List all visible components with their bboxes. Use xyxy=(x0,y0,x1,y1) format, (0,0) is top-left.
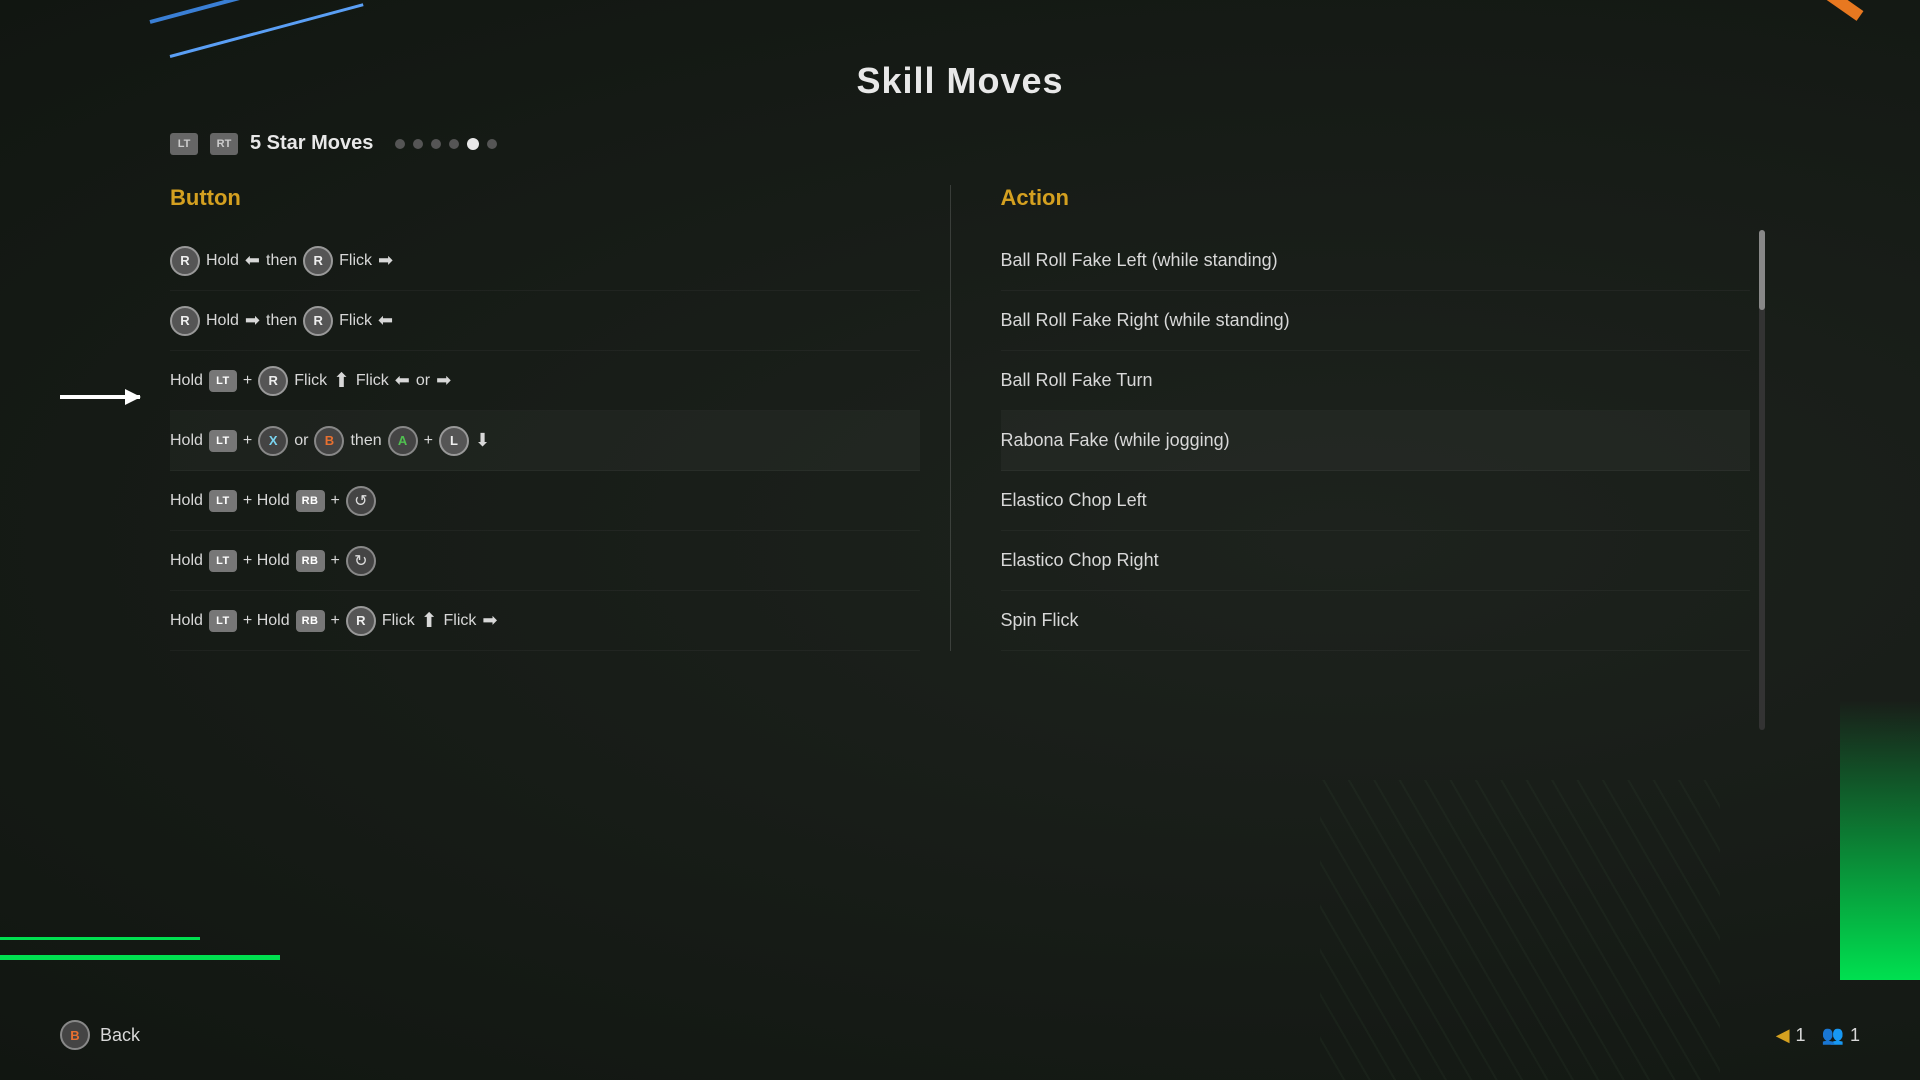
action-row-6: Elastico Chop Right xyxy=(1001,531,1751,591)
lt-button-3: LT xyxy=(209,370,237,392)
page-number: 1 xyxy=(1796,1025,1806,1046)
lt-button-5: LT xyxy=(209,490,237,512)
back-button[interactable]: B Back xyxy=(60,1020,140,1050)
move-row-5: Hold LT + Hold RB + ↺ xyxy=(170,471,920,531)
page-info: ◀ 1 👥 1 xyxy=(1776,1025,1860,1046)
action-row-3: Ball Roll Fake Turn xyxy=(1001,351,1751,411)
lt-button-7: LT xyxy=(209,610,237,632)
button-sequence-5: Hold LT + Hold RB + ↺ xyxy=(170,486,376,516)
page-title: Skill Moves xyxy=(170,60,1750,102)
move-row-4: Hold LT + X or B then A + L ⬇ xyxy=(170,411,920,471)
button-column-header: Button xyxy=(170,185,920,211)
rotate-right-icon-6: ↻ xyxy=(346,546,376,576)
player-icon: 👥 xyxy=(1822,1025,1844,1046)
r-button-1: R xyxy=(170,246,200,276)
action-row-5: Elastico Chop Left xyxy=(1001,471,1751,531)
left-arrow-1: ⬅ xyxy=(245,250,260,271)
tab-dot-2 xyxy=(413,139,423,149)
scrollbar[interactable] xyxy=(1759,230,1765,730)
b-back-icon: B xyxy=(60,1020,90,1050)
current-tab-name: 5 Star Moves xyxy=(250,132,373,155)
action-text-5: Elastico Chop Left xyxy=(1001,488,1147,513)
player-count-item: 👥 1 xyxy=(1822,1025,1860,1046)
left-arrow-2: ⬅ xyxy=(378,310,393,331)
button-sequence-2: R Hold ➡ then R Flick ⬅ xyxy=(170,306,393,336)
right-arrow-3: ➡ xyxy=(436,370,451,391)
action-column: Action Ball Roll Fake Left (while standi… xyxy=(981,185,1751,651)
player-count: 1 xyxy=(1850,1025,1860,1046)
deco-line-green-bottom2 xyxy=(0,937,200,940)
action-text-7: Spin Flick xyxy=(1001,608,1079,633)
button-sequence-4: Hold LT + X or B then A + L ⬇ xyxy=(170,426,490,456)
tab-dot-1 xyxy=(395,139,405,149)
tab-dot-5 xyxy=(467,138,479,150)
tab-dot-3 xyxy=(431,139,441,149)
move-row-1: R Hold ⬅ then R Flick ➡ xyxy=(170,231,920,291)
action-text-2: Ball Roll Fake Right (while standing) xyxy=(1001,308,1290,333)
r-button-7: R xyxy=(346,606,376,636)
action-text-6: Elastico Chop Right xyxy=(1001,548,1159,573)
x-button-4: X xyxy=(258,426,288,456)
bottom-bar: B Back ◀ 1 👥 1 xyxy=(60,1020,1860,1050)
action-text-4: Rabona Fake (while jogging) xyxy=(1001,428,1230,453)
button-sequence-3: Hold LT + R Flick ⬆ Flick ⬅ or ➡ xyxy=(170,366,451,396)
lt-badge[interactable]: LT xyxy=(170,133,198,155)
rotate-left-icon-5: ↺ xyxy=(346,486,376,516)
r-button-2b: R xyxy=(303,306,333,336)
lt-button-6: LT xyxy=(209,550,237,572)
action-text-3: Ball Roll Fake Turn xyxy=(1001,368,1153,393)
b-button-4: B xyxy=(314,426,344,456)
move-row-7: Hold LT + Hold RB + R Flick ⬆ Flick ➡ xyxy=(170,591,920,651)
r-button-1b: R xyxy=(303,246,333,276)
tab-navigation: LT RT 5 Star Moves xyxy=(170,132,1750,155)
back-label: Back xyxy=(100,1025,140,1046)
button-sequence-1: R Hold ⬅ then R Flick ➡ xyxy=(170,246,393,276)
tab-dot-indicators xyxy=(395,138,497,150)
page-number-item: ◀ 1 xyxy=(1776,1025,1806,1046)
action-column-header: Action xyxy=(1001,185,1751,211)
button-column: Button R Hold ⬅ then R Flick ➡ R Hold xyxy=(170,185,920,651)
up-arrow-3: ⬆ xyxy=(333,368,350,393)
moves-columns: Button R Hold ⬅ then R Flick ➡ R Hold xyxy=(170,185,1750,651)
arrow-right-icon xyxy=(60,395,140,399)
r-button-3: R xyxy=(258,366,288,396)
right-arrow-1: ➡ xyxy=(378,250,393,271)
button-sequence-6: Hold LT + Hold RB + ↻ xyxy=(170,546,376,576)
deco-line-green-bottom xyxy=(0,955,280,960)
action-row-2: Ball Roll Fake Right (while standing) xyxy=(1001,291,1751,351)
tab-dot-4 xyxy=(449,139,459,149)
move-row-6: Hold LT + Hold RB + ↻ xyxy=(170,531,920,591)
down-arrow-4: ⬇ xyxy=(475,430,490,451)
rb-button-7: RB xyxy=(296,610,325,632)
deco-line-green-right xyxy=(1840,700,1920,980)
action-text-1: Ball Roll Fake Left (while standing) xyxy=(1001,248,1278,273)
column-divider xyxy=(950,185,951,651)
r-button-2: R xyxy=(170,306,200,336)
rb-button-6: RB xyxy=(296,550,325,572)
lt-button-4: LT xyxy=(209,430,237,452)
row-selection-arrow xyxy=(60,395,140,399)
right-arrow-7: ➡ xyxy=(482,610,497,631)
move-row-2: R Hold ➡ then R Flick ⬅ xyxy=(170,291,920,351)
tab-dot-6 xyxy=(487,139,497,149)
action-row-7: Spin Flick xyxy=(1001,591,1751,651)
move-row-3: Hold LT + R Flick ⬆ Flick ⬅ or ➡ xyxy=(170,351,920,411)
l-button-4: L xyxy=(439,426,469,456)
nav-left-icon: ◀ xyxy=(1776,1025,1790,1046)
main-content: Skill Moves LT RT 5 Star Moves Button R … xyxy=(170,60,1750,651)
a-button-4: A xyxy=(388,426,418,456)
right-arrow-2: ➡ xyxy=(245,310,260,331)
action-row-1: Ball Roll Fake Left (while standing) xyxy=(1001,231,1751,291)
left-arrow-3: ⬅ xyxy=(395,370,410,391)
button-sequence-7: Hold LT + Hold RB + R Flick ⬆ Flick ➡ xyxy=(170,606,497,636)
rt-badge[interactable]: RT xyxy=(210,133,238,155)
scrollbar-thumb[interactable] xyxy=(1759,230,1765,310)
rb-button-5: RB xyxy=(296,490,325,512)
up-arrow-7: ⬆ xyxy=(421,608,438,633)
action-row-4: Rabona Fake (while jogging) xyxy=(1001,411,1751,471)
